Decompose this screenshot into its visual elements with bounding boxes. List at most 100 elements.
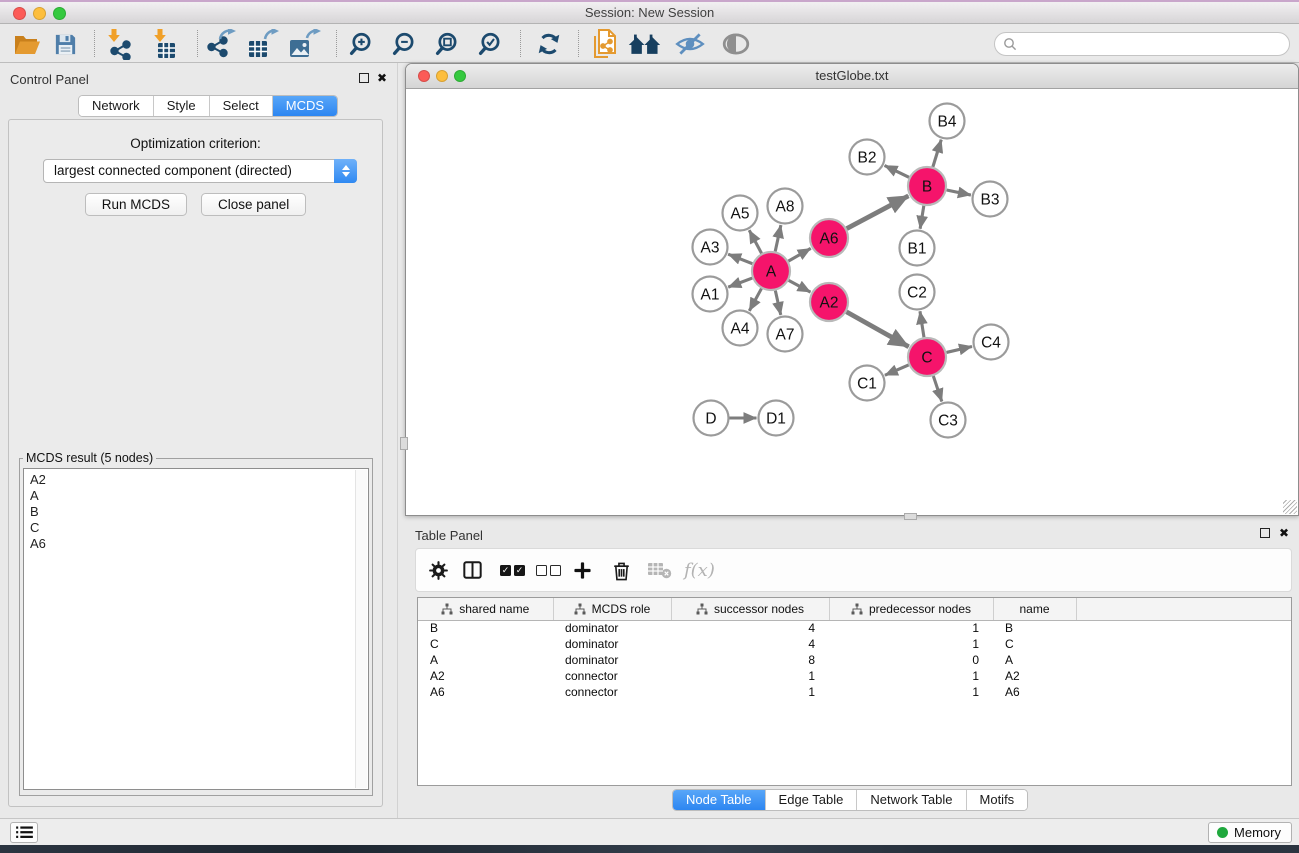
network-zoom-icon[interactable] (454, 70, 466, 82)
table-cell[interactable]: C (993, 636, 1076, 652)
table-cell[interactable]: B (418, 620, 553, 636)
result-list-scrollbar[interactable] (355, 470, 367, 788)
table-cell[interactable]: 4 (671, 636, 829, 652)
splitter-handle-left[interactable] (400, 437, 408, 450)
graph-node-B2[interactable]: B2 (850, 140, 885, 175)
graph-node-C4[interactable]: C4 (974, 325, 1009, 360)
mcds-result-item[interactable]: B (30, 504, 368, 520)
table-cell[interactable]: 1 (829, 684, 993, 700)
graph-node-B[interactable]: B (908, 167, 946, 205)
column-header-shared-name[interactable]: shared name (418, 598, 553, 620)
table-cell[interactable]: A (418, 652, 553, 668)
tab-network[interactable]: Network (79, 96, 154, 116)
table-cell[interactable]: 1 (829, 636, 993, 652)
graph-node-D[interactable]: D (694, 401, 729, 436)
criterion-dropdown[interactable]: largest connected component (directed) (43, 159, 357, 183)
table-cell[interactable]: 0 (829, 652, 993, 668)
search-field[interactable] (994, 32, 1290, 56)
table-cell[interactable]: 1 (671, 684, 829, 700)
graph-node-A2[interactable]: A2 (810, 283, 848, 321)
home-icon[interactable] (628, 27, 662, 61)
import-network-icon[interactable] (103, 27, 137, 61)
table-cell[interactable]: dominator (553, 652, 671, 668)
zoom-out-icon[interactable] (388, 27, 422, 61)
table-cell[interactable]: connector (553, 668, 671, 684)
add-column-icon[interactable] (573, 549, 592, 591)
graph-edge-C-C3[interactable] (933, 376, 942, 402)
table-cell[interactable]: A2 (993, 668, 1076, 684)
graph-node-D1[interactable]: D1 (759, 401, 794, 436)
graph-node-A4[interactable]: A4 (723, 311, 758, 346)
graph-edge-B-B3[interactable] (947, 190, 971, 195)
table-cell[interactable]: A6 (418, 684, 553, 700)
tab-network-table[interactable]: Network Table (857, 790, 966, 810)
show-eye-icon[interactable] (719, 27, 753, 61)
search-input[interactable] (1022, 34, 1289, 54)
float-table-panel-icon[interactable] (1260, 528, 1270, 538)
mcds-result-item[interactable]: A (30, 488, 368, 504)
table-row[interactable]: Adominator80A (418, 652, 1291, 668)
tab-edge-table[interactable]: Edge Table (766, 790, 858, 810)
mcds-result-item[interactable]: A6 (30, 536, 368, 552)
close-panel-icon[interactable]: ✖ (377, 73, 387, 83)
task-history-button[interactable] (10, 822, 38, 843)
network-window-titlebar[interactable]: testGlobe.txt (406, 64, 1298, 89)
graph-edge-C-C4[interactable] (946, 346, 972, 352)
table-cell[interactable]: A2 (418, 668, 553, 684)
table-row[interactable]: A2connector11A2 (418, 668, 1291, 684)
copy-network-view-icon[interactable] (588, 27, 622, 61)
network-close-icon[interactable] (418, 70, 430, 82)
import-table-icon[interactable] (149, 27, 183, 61)
mcds-result-item[interactable]: A2 (30, 472, 368, 488)
tab-motifs[interactable]: Motifs (967, 790, 1028, 810)
table-cell[interactable]: C (418, 636, 553, 652)
network-minimize-icon[interactable] (436, 70, 448, 82)
window-resize-grip[interactable] (1283, 500, 1297, 514)
export-image-icon[interactable] (287, 27, 321, 61)
close-table-panel-icon[interactable]: ✖ (1279, 528, 1289, 538)
graph-node-A5[interactable]: A5 (723, 196, 758, 231)
graph-node-B3[interactable]: B3 (973, 182, 1008, 217)
table-settings-gear-icon[interactable] (428, 549, 449, 591)
graph-edge-B-B4[interactable] (933, 140, 941, 167)
graph-node-C1[interactable]: C1 (850, 366, 885, 401)
table-row[interactable]: Cdominator41C (418, 636, 1291, 652)
graph-edge-C-C2[interactable] (920, 311, 924, 337)
graph-edge-A-A1[interactable] (728, 278, 752, 287)
function-builder-icon[interactable]: f(x) (684, 549, 715, 591)
graph-node-B4[interactable]: B4 (930, 104, 965, 139)
table-row[interactable]: Bdominator41B (418, 620, 1291, 636)
graph-edge-B-B2[interactable] (885, 165, 909, 177)
mcds-result-item[interactable]: C (30, 520, 368, 536)
graph-edge-A2-C[interactable] (846, 312, 908, 347)
export-table-icon[interactable] (245, 27, 279, 61)
table-cell[interactable]: 8 (671, 652, 829, 668)
delete-column-trash-icon[interactable] (612, 549, 631, 591)
table-cell[interactable]: A6 (993, 684, 1076, 700)
table-cell[interactable]: 1 (829, 668, 993, 684)
graph-node-C2[interactable]: C2 (900, 275, 935, 310)
zoom-fit-icon[interactable] (431, 27, 465, 61)
open-session-icon[interactable] (10, 27, 44, 61)
graph-node-B1[interactable]: B1 (900, 231, 935, 266)
close-window-icon[interactable] (13, 7, 26, 20)
graph-edge-C-C1[interactable] (885, 365, 909, 375)
tab-select[interactable]: Select (210, 96, 273, 116)
table-cell[interactable]: A (993, 652, 1076, 668)
table-cell[interactable]: connector (553, 684, 671, 700)
graph-edge-A-A6[interactable] (788, 248, 810, 261)
table-cell[interactable]: 1 (829, 620, 993, 636)
close-panel-button[interactable]: Close panel (201, 193, 306, 216)
export-network-icon[interactable] (204, 27, 238, 61)
graph-edge-A-A3[interactable] (728, 254, 752, 264)
table-cell[interactable]: 1 (671, 668, 829, 684)
memory-button[interactable]: Memory (1208, 822, 1292, 843)
table-cell[interactable]: dominator (553, 636, 671, 652)
table-cell[interactable]: 4 (671, 620, 829, 636)
graph-node-A1[interactable]: A1 (693, 277, 728, 312)
graph-edge-A-A4[interactable] (749, 289, 761, 311)
table-cell[interactable]: B (993, 620, 1076, 636)
graph-edge-A-A7[interactable] (775, 291, 780, 315)
tab-mcds[interactable]: MCDS (273, 96, 337, 116)
column-header-mcds-role[interactable]: MCDS role (553, 598, 671, 620)
